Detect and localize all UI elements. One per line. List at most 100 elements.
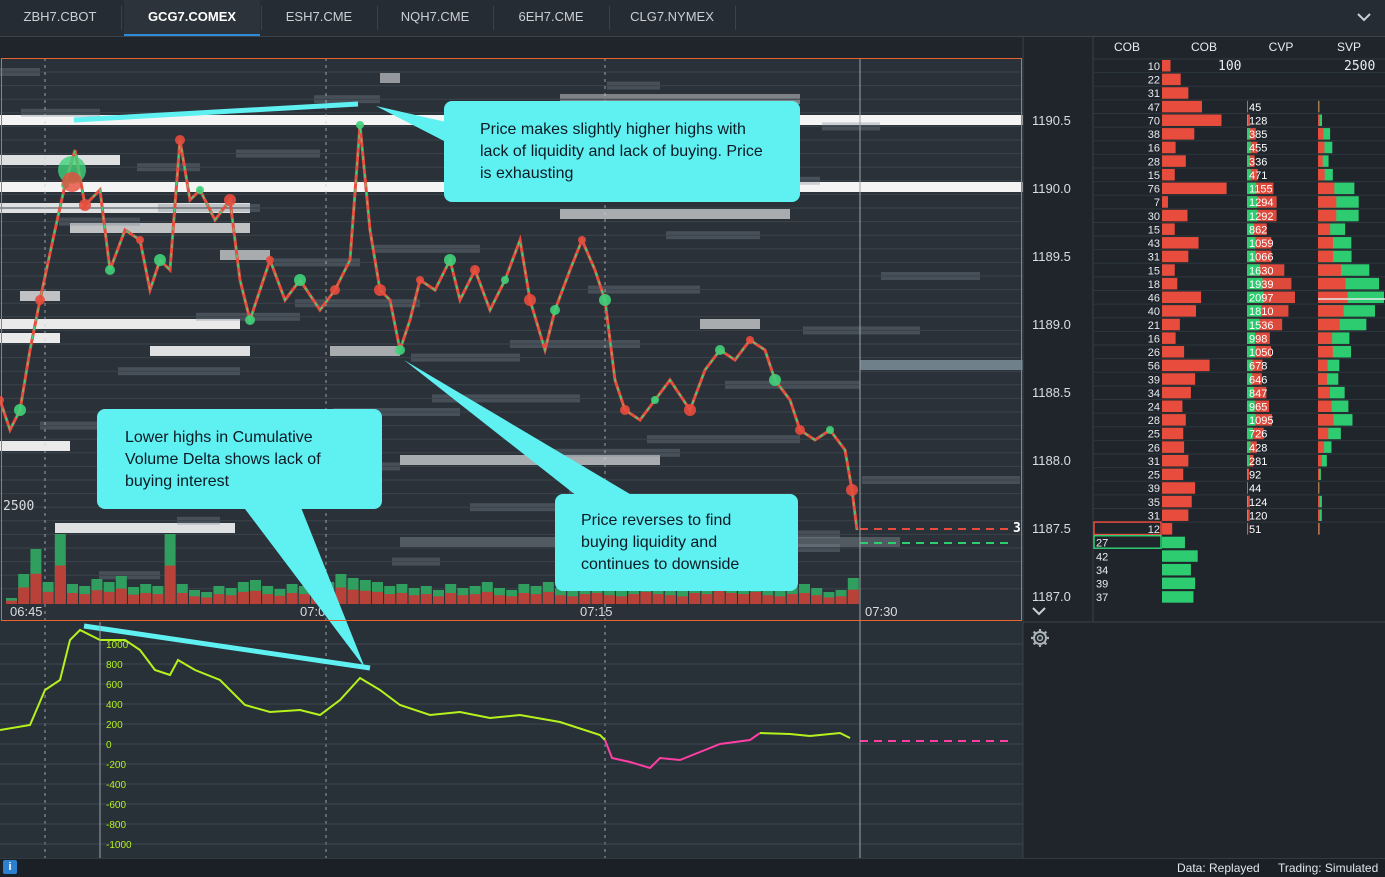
volume-bar-sell [30, 574, 41, 604]
svp-bar-sell [1318, 401, 1332, 413]
trade-bubble [715, 345, 725, 355]
cvp-value-label: 124 [1249, 497, 1267, 509]
svp-bar-sell [1318, 278, 1345, 290]
ask-size-bar [1162, 346, 1184, 358]
svp-bar-sell [1318, 373, 1327, 385]
volume-bar-sell [799, 593, 810, 604]
ask-size-label: 70 [1148, 115, 1160, 127]
cvp-value-label: 51 [1249, 524, 1261, 536]
volume-bar-sell [482, 592, 493, 604]
liquidity-band [150, 346, 250, 356]
volume-bar-sell [287, 593, 298, 604]
svp-bar-sell [1318, 114, 1320, 126]
cvp-value-label: 45 [1249, 102, 1261, 114]
ask-size-bar [1162, 183, 1227, 195]
cvp-value-label: 128 [1249, 115, 1267, 127]
volume-bar-sell [592, 593, 603, 604]
svp-bar-sell [1318, 319, 1340, 331]
settings-gear-icon[interactable] [1030, 628, 1050, 648]
settings-pane-background [1023, 622, 1385, 858]
svp-bar-sell [1318, 183, 1334, 195]
volume-scale-label: 2500 [3, 499, 34, 514]
trade-bubble [196, 186, 204, 194]
volume-bar-sell [433, 596, 444, 604]
liquidity-band [0, 333, 60, 343]
trade-bubble [35, 295, 45, 305]
svp-bar-sell [1318, 169, 1325, 181]
callout-price-reverses: Price reverses to find buying liquidity … [555, 494, 798, 591]
ladder-header-cob-ask: COB [1162, 37, 1246, 57]
cvp-value-label: 1155 [1249, 184, 1273, 196]
volume-bar-sell [384, 594, 395, 604]
svp-bar-sell [1318, 387, 1330, 399]
cvd-pane-background [0, 622, 1023, 858]
volume-bar-sell [470, 594, 481, 604]
trade-bubble [524, 294, 536, 306]
ask-size-label: 15 [1148, 265, 1160, 277]
ask-size-label: 16 [1148, 333, 1160, 345]
ladder-collapse-chevron-icon[interactable] [1031, 604, 1047, 618]
cvp-value-label: 1292 [1249, 211, 1273, 223]
ask-size-label: 34 [1148, 388, 1160, 400]
volume-bar-sell [104, 592, 115, 604]
volume-bar-sell [396, 593, 407, 604]
bid-size-bar [1162, 564, 1191, 576]
volume-bar-sell [689, 593, 700, 604]
trade-bubble [224, 194, 236, 206]
ask-size-bar [1162, 74, 1181, 86]
volume-bar-sell [79, 594, 90, 604]
volume-bar-sell [726, 593, 737, 604]
cvp-value-label: 1059 [1249, 238, 1273, 250]
svp-bar-sell [1318, 455, 1322, 467]
ask-size-bar [1162, 223, 1175, 235]
volume-bar-sell [238, 592, 249, 604]
ask-size-bar [1162, 509, 1188, 520]
ask-size-label: 38 [1148, 129, 1160, 141]
bid-size-bar [1162, 578, 1195, 590]
trade-bubble [136, 236, 144, 244]
trading-status: Trading: Simulated [1278, 861, 1378, 875]
cvp-value-label: 1066 [1249, 252, 1273, 264]
ask-size-bar [1162, 373, 1195, 385]
cvp-bar-buy [1247, 496, 1248, 508]
ask-size-bar [1162, 360, 1210, 372]
time-axis-label: 06:45 [10, 604, 43, 619]
ask-size-bar [1162, 428, 1183, 440]
cvp-value-label: 1939 [1249, 279, 1273, 291]
ask-size-label: 56 [1148, 361, 1160, 373]
svp-bar-sell [1318, 155, 1323, 167]
cvp-value-label: 1050 [1249, 347, 1273, 359]
ask-size-label: 26 [1148, 442, 1160, 454]
volume-bar-sell [616, 596, 627, 604]
info-icon[interactable]: i [3, 860, 17, 874]
ask-size-label: 28 [1148, 415, 1160, 427]
ask-size-label: 18 [1148, 279, 1160, 291]
ask-size-label: 43 [1148, 238, 1160, 250]
volume-bar-sell [55, 566, 66, 605]
trade-bubble [846, 484, 858, 496]
bid-size-label: 37 [1096, 592, 1108, 604]
volume-bar-sell [189, 596, 200, 604]
ladder-header-svp: SVP [1316, 37, 1382, 57]
volume-bar-sell [677, 596, 688, 604]
ask-size-bar [1162, 169, 1175, 181]
ask-size-bar [1162, 114, 1222, 126]
ladder-header-cvp: CVP [1247, 37, 1315, 57]
cvp-value-label: 2097 [1249, 293, 1273, 305]
cob-scale-label: 100 [1218, 59, 1241, 74]
volume-bar-sell [116, 589, 127, 604]
volume-bar-sell [299, 594, 310, 604]
volume-bar-sell [445, 593, 456, 604]
svp-bar-sell [1318, 496, 1320, 508]
ask-size-bar [1162, 305, 1196, 317]
ask-size-label: 26 [1148, 347, 1160, 359]
bid-size-label: 34 [1096, 565, 1108, 577]
bid-size-bar [1162, 550, 1198, 562]
volume-bar-sell [494, 595, 505, 604]
volume-bar-sell [738, 594, 749, 604]
ask-size-label: 10 [1148, 61, 1160, 73]
ask-size-label: 76 [1148, 184, 1160, 196]
cvp-bar-buy [1247, 469, 1248, 481]
ask-size-label: 39 [1148, 483, 1160, 495]
trade-bubble [684, 404, 696, 416]
